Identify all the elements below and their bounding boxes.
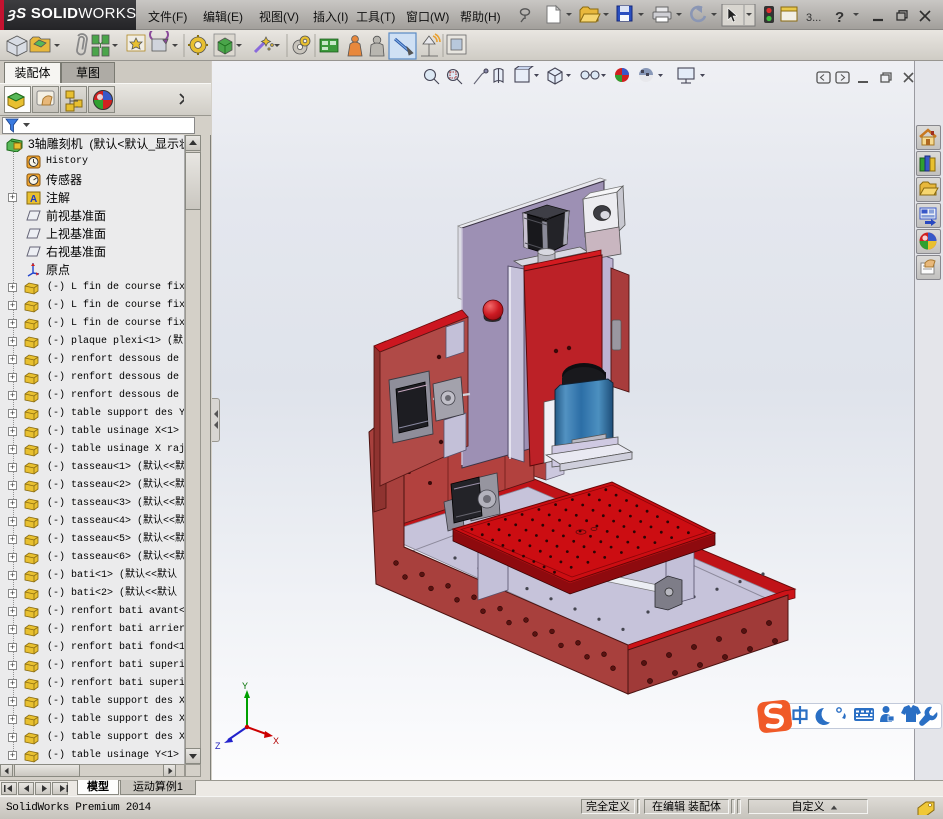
svg-text:?: ? — [835, 9, 844, 26]
svg-text:Z: Z — [215, 741, 221, 751]
svg-text:X: X — [273, 736, 279, 746]
svg-text:A: A — [30, 194, 37, 205]
svg-text:Y: Y — [242, 681, 248, 691]
svg-text:3...: 3... — [806, 12, 821, 24]
